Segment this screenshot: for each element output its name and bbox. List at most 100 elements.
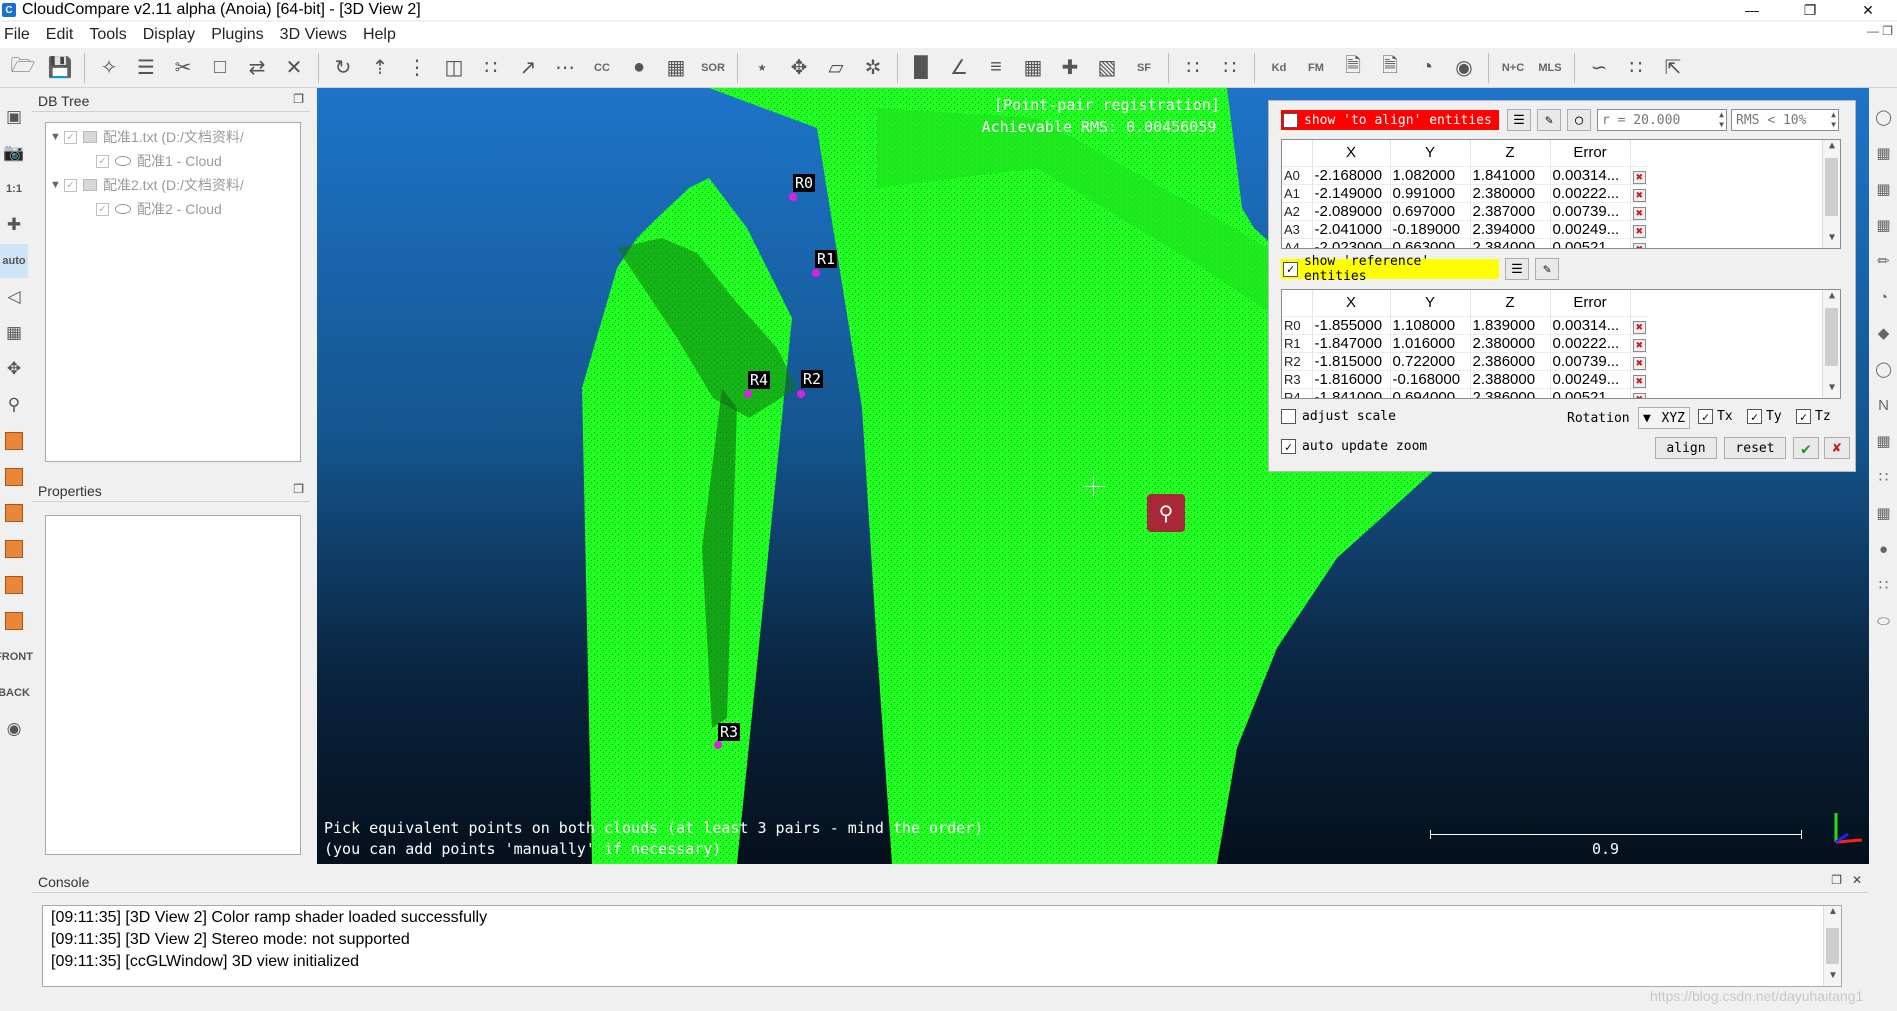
- auto-update-zoom-option[interactable]: ✓ auto update zoom: [1281, 439, 1427, 454]
- menu-display[interactable]: Display: [135, 26, 203, 44]
- reference-edit-button[interactable]: ✎: [1535, 258, 1559, 280]
- canupo-create-icon[interactable]: ∷: [1176, 51, 1210, 85]
- expand-arrow-icon[interactable]: ▼: [50, 131, 64, 143]
- picked-point-marker[interactable]: [789, 193, 797, 201]
- checkerboard-icon[interactable]: ▦: [659, 51, 693, 85]
- float-icon[interactable]: ❐: [293, 92, 304, 106]
- scroll-up-icon[interactable]: ▲: [1823, 140, 1840, 156]
- delete-point-icon[interactable]: ✖: [1632, 170, 1646, 184]
- point-label-r0[interactable]: R0: [793, 174, 816, 192]
- tx-checkbox[interactable]: ✓: [1698, 409, 1713, 424]
- table-row[interactable]: A0 -2.168000 1.082000 1.841000 0.00314..…: [1282, 166, 1648, 185]
- expand-icon[interactable]: ↗: [511, 51, 545, 85]
- picked-point-marker[interactable]: [812, 269, 820, 277]
- delete-point-icon[interactable]: ✖: [1632, 356, 1646, 370]
- delete-point-icon[interactable]: ✖: [1632, 242, 1646, 248]
- cancel-icon[interactable]: ✘: [1824, 437, 1850, 459]
- picked-point-marker[interactable]: [744, 390, 752, 398]
- zoom-1-1-icon[interactable]: 1:1: [0, 172, 28, 206]
- export-icon[interactable]: 🗎: [1336, 51, 1370, 85]
- tx-option[interactable]: ✓ Tx: [1698, 409, 1733, 424]
- ransac-icon[interactable]: ∷: [1870, 568, 1897, 602]
- rotation-combo[interactable]: ▼ XYZ: [1638, 407, 1690, 429]
- point-label-r1[interactable]: R1: [815, 250, 838, 268]
- tree-item[interactable]: ✓ 配准2 - Cloud: [96, 199, 222, 219]
- point-label-r4[interactable]: R4: [748, 371, 771, 389]
- transform-icon[interactable]: ⇱: [1656, 51, 1690, 85]
- point-label-r2[interactable]: R2: [801, 370, 824, 388]
- scroll-down-icon[interactable]: ▼: [1823, 382, 1840, 398]
- n-icon[interactable]: N: [1870, 388, 1897, 422]
- sphere-toggle-button[interactable]: ◯: [1567, 109, 1591, 131]
- sample-points-icon[interactable]: ⋯: [548, 51, 582, 85]
- picked-point-marker[interactable]: [797, 390, 805, 398]
- db-tree[interactable]: ▼ ✓ 配准1.txt (D:/文档资料/ ✓ 配准1 - Cloud ▼ ✓ …: [45, 122, 301, 462]
- calculator-icon[interactable]: ▧: [1090, 51, 1124, 85]
- plane-icon[interactable]: ▱: [819, 51, 853, 85]
- close-button[interactable]: ✕: [1839, 0, 1897, 20]
- bottom-view-icon[interactable]: [0, 568, 28, 602]
- back-icon[interactable]: BACK: [0, 676, 30, 710]
- radius-spinbox[interactable]: r = 20.000 ▲ ▼: [1597, 109, 1727, 131]
- open-icon[interactable]: 🗁: [6, 51, 40, 85]
- pcv-icon[interactable]: ▦: [1870, 496, 1897, 530]
- tree-checkbox[interactable]: ✓: [64, 130, 77, 144]
- scroll-thumb[interactable]: [1825, 308, 1838, 366]
- align-icon[interactable]: ≡: [979, 51, 1013, 85]
- float-icon[interactable]: ❐: [1831, 873, 1842, 887]
- scroll-down-icon[interactable]: ▼: [1823, 232, 1840, 248]
- delete-icon[interactable]: ✕: [277, 51, 311, 85]
- properties-panel[interactable]: [45, 515, 301, 855]
- perspective-icon[interactable]: ◁: [0, 280, 28, 314]
- filter-icon[interactable]: ▦: [1870, 208, 1897, 242]
- front-view-icon[interactable]: [0, 460, 28, 494]
- viewport-icon[interactable]: ▣: [0, 100, 28, 134]
- pie-icon[interactable]: ◔: [1410, 51, 1444, 85]
- auto-pivot-icon[interactable]: auto: [0, 244, 28, 278]
- align-cloud-list-button[interactable]: ☰: [1507, 109, 1531, 131]
- delete-point-icon[interactable]: ✖: [1632, 338, 1646, 352]
- magnifier-icon[interactable]: ⚲: [1147, 494, 1185, 532]
- color-scale-icon[interactable]: ▦: [1870, 136, 1897, 170]
- table-row[interactable]: R0 -1.855000 1.108000 1.839000 0.00314..…: [1282, 316, 1648, 335]
- show-align-toggle[interactable]: show 'to align' entities: [1281, 110, 1499, 130]
- top-view-icon[interactable]: [0, 424, 28, 458]
- csv-icon[interactable]: 🗎: [1373, 51, 1407, 85]
- show-reference-checkbox[interactable]: ✓: [1283, 261, 1298, 277]
- validate-icon[interactable]: ✔: [1793, 437, 1819, 459]
- stereo-icon[interactable]: ◉: [0, 712, 28, 746]
- hpr-icon[interactable]: ▦: [1870, 424, 1897, 458]
- point-list-icon[interactable]: ☰: [129, 51, 163, 85]
- menu-plugins[interactable]: Plugins: [203, 26, 271, 44]
- mesh-icon[interactable]: ◫: [437, 51, 471, 85]
- tree-item[interactable]: ▼ ✓ 配准1.txt (D:/文档资料/: [50, 127, 244, 147]
- zoom-icon[interactable]: ⚲: [0, 388, 28, 422]
- delete-point-icon[interactable]: ✖: [1632, 374, 1646, 388]
- scatter-plot-icon[interactable]: ∷: [1619, 51, 1653, 85]
- ty-checkbox[interactable]: ✓: [1747, 409, 1762, 424]
- picked-point-marker[interactable]: [714, 741, 722, 749]
- tree-checkbox[interactable]: ✓: [96, 202, 109, 216]
- ellipse-icon[interactable]: ⬭: [1870, 604, 1897, 638]
- camera-icon[interactable]: 📷: [0, 136, 28, 170]
- spin-arrows-icon[interactable]: ▲ ▼: [1719, 110, 1724, 130]
- menu-help[interactable]: Help: [355, 26, 404, 44]
- subsample-icon[interactable]: ⋮: [400, 51, 434, 85]
- delete-point-icon[interactable]: ✖: [1632, 206, 1646, 220]
- float-icon[interactable]: ❐: [293, 482, 304, 496]
- align-points-table[interactable]: X Y Z Error A0 -2.168000 1.082000 1.8410…: [1281, 139, 1841, 249]
- scale-icon[interactable]: ▦: [1870, 172, 1897, 206]
- minimize-button[interactable]: —: [1723, 0, 1781, 20]
- scroll-down-icon[interactable]: ▼: [1824, 970, 1842, 986]
- blob-icon[interactable]: ●: [1870, 532, 1897, 566]
- console-panel[interactable]: [09:11:35] [3D View 2] Color ramp shader…: [42, 905, 1842, 987]
- tz-option[interactable]: ✓ Tz: [1796, 409, 1831, 424]
- reset-button[interactable]: reset: [1724, 437, 1786, 459]
- menu-tools[interactable]: Tools: [81, 26, 134, 44]
- spin-arrows-icon[interactable]: ▲ ▼: [1831, 110, 1836, 130]
- table-row[interactable]: A4 -2.023000 0.663000 2.384000 0.00521..…: [1282, 238, 1648, 248]
- distance-icon[interactable]: ∠: [942, 51, 976, 85]
- restore-button[interactable]: ❐: [1781, 0, 1839, 20]
- sor-icon[interactable]: SOR: [696, 51, 730, 85]
- bone-icon[interactable]: ●: [622, 51, 656, 85]
